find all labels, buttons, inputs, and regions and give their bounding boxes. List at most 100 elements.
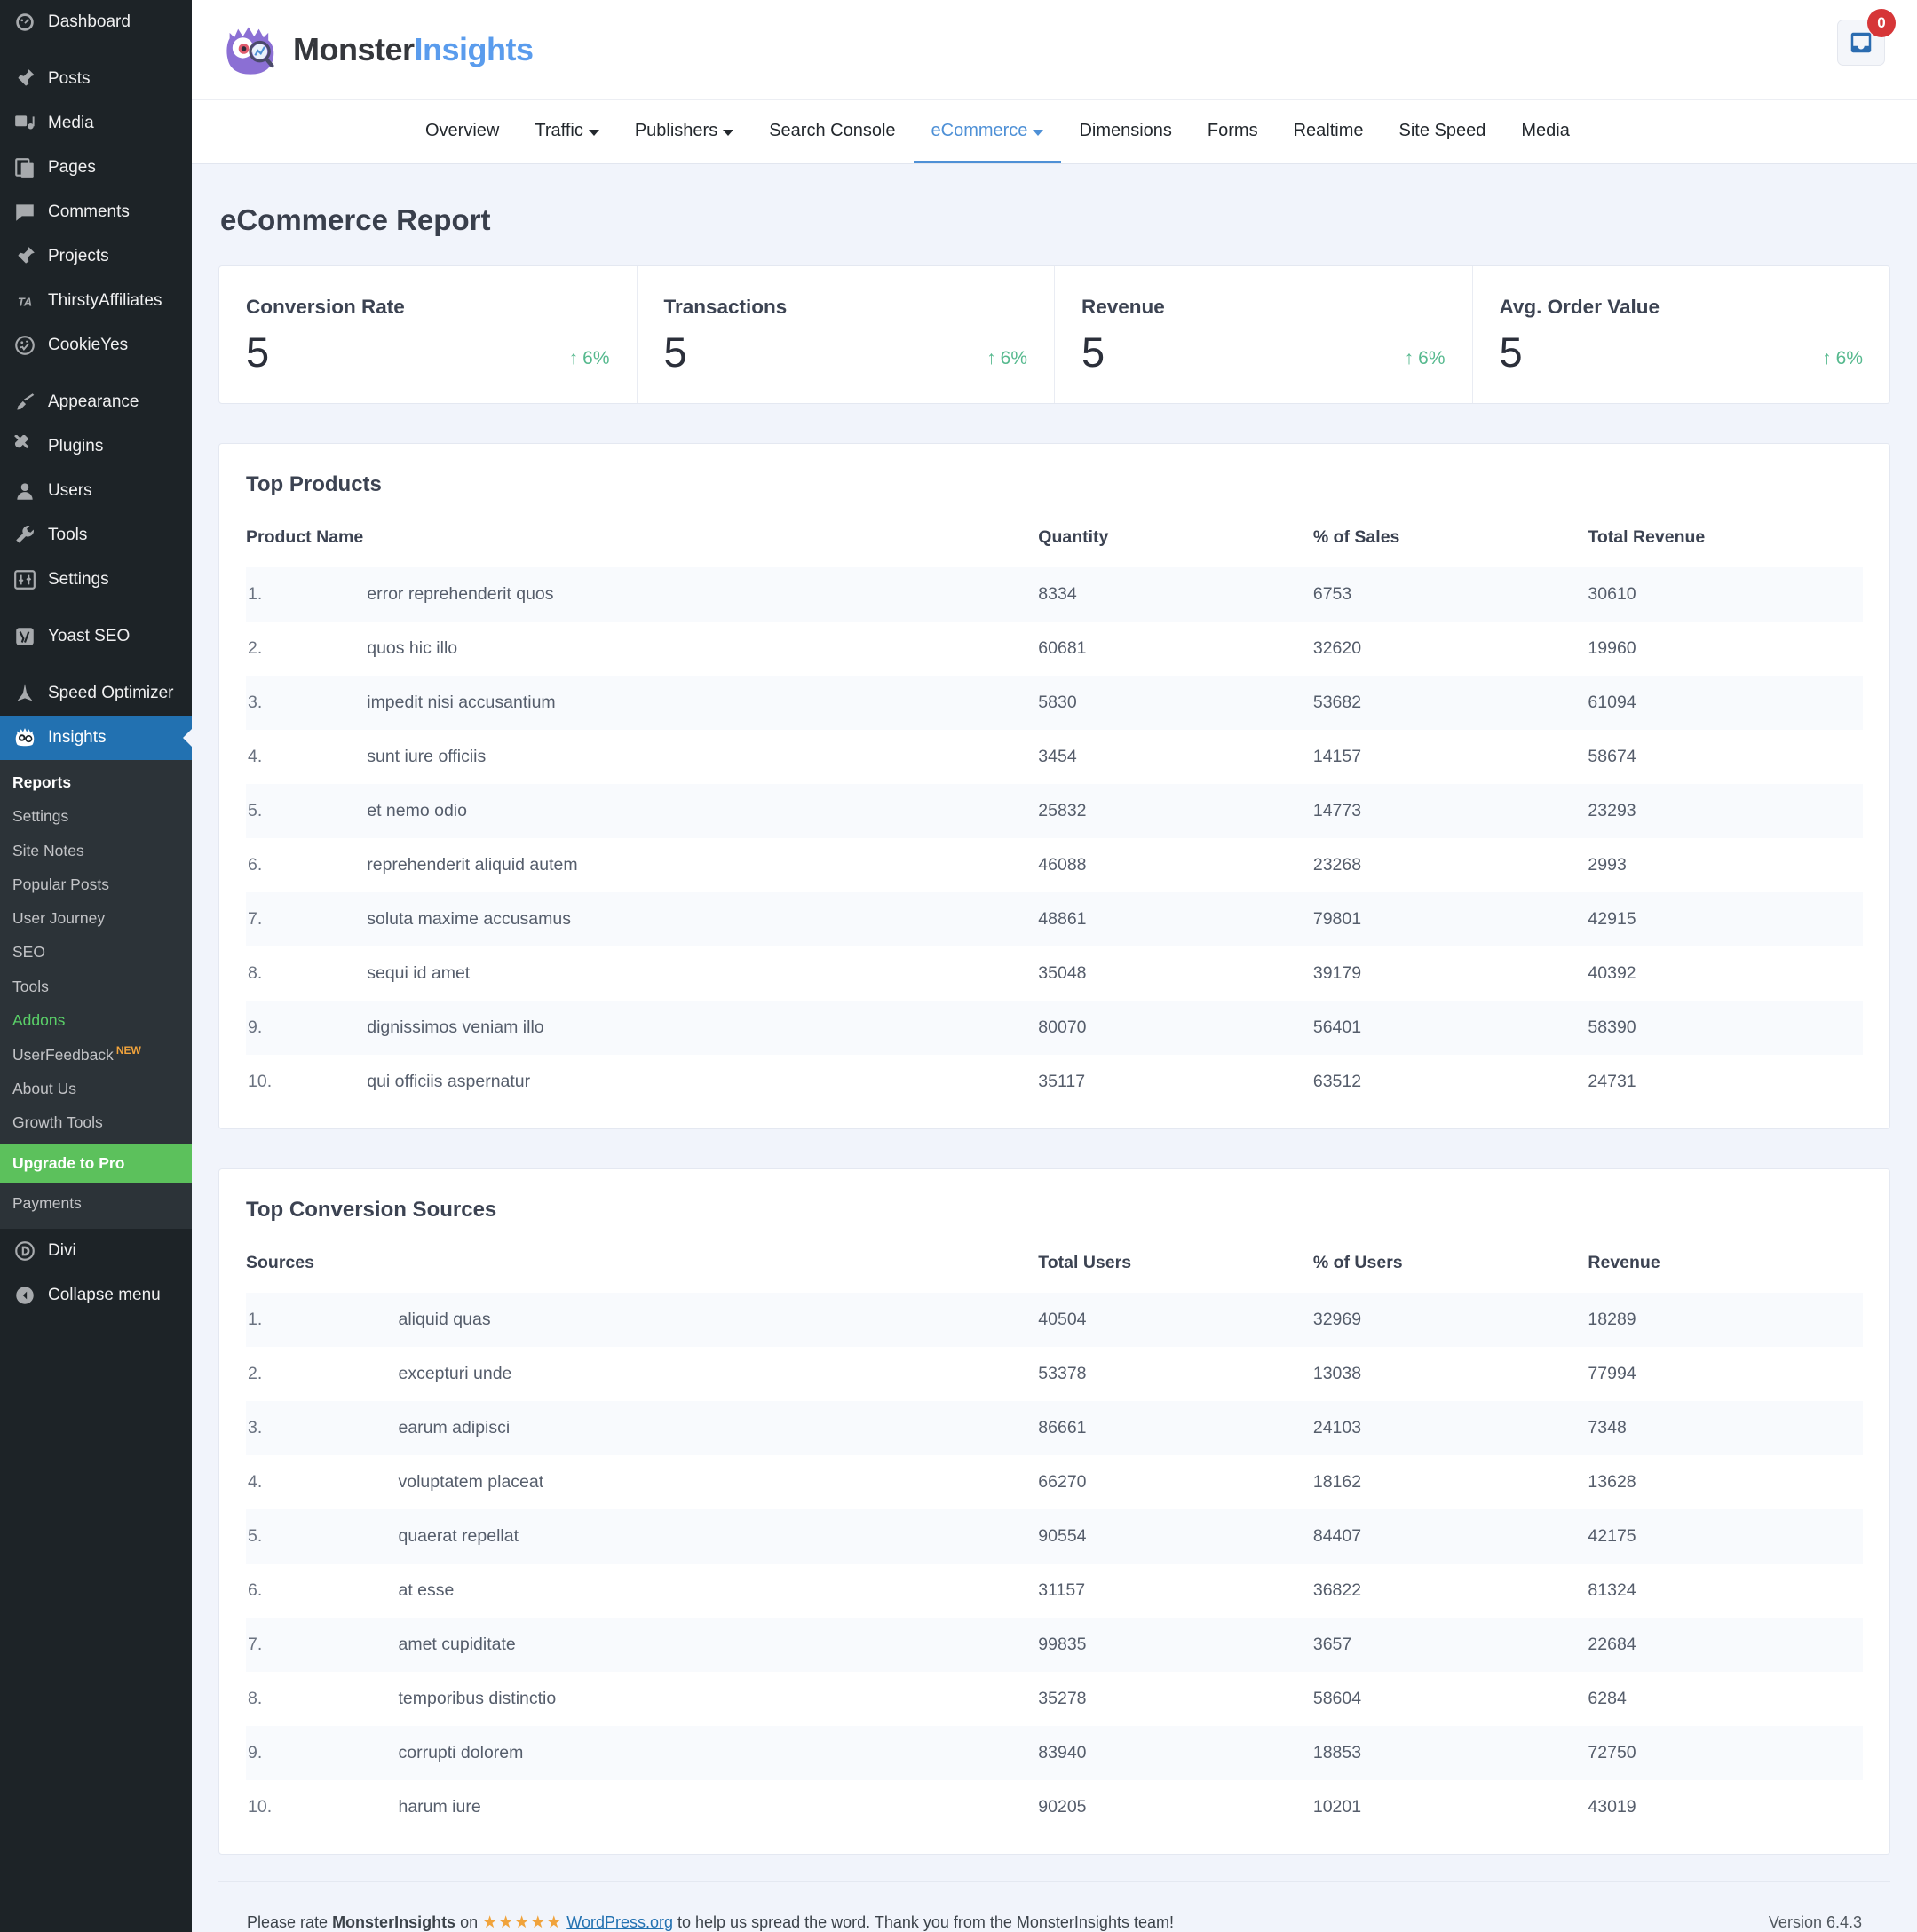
submenu-item-upgrade-to-pro[interactable]: Upgrade to Pro: [0, 1143, 192, 1183]
sidebar-item-media[interactable]: Media: [0, 101, 192, 146]
row-revenue: 72750: [1588, 1743, 1636, 1762]
col-pct-sales: % of Sales: [1312, 527, 1400, 547]
submenu-item-settings[interactable]: Settings: [0, 799, 192, 833]
sidebar-item-users[interactable]: Users: [0, 469, 192, 513]
tab-forms[interactable]: Forms: [1190, 100, 1276, 163]
stat-value: 5: [663, 329, 687, 376]
sidebar-item-label: Comments: [48, 202, 130, 221]
sidebar-item-label: Yoast SEO: [48, 626, 131, 645]
row-name: at esse: [398, 1580, 455, 1600]
tab-ecommerce[interactable]: eCommerce: [913, 100, 1062, 163]
submenu-item-label: Tools: [12, 977, 49, 995]
sidebar-item-dashboard[interactable]: Dashboard: [0, 0, 192, 44]
submenu-item-userfeedback[interactable]: UserFeedback NEW: [0, 1037, 192, 1072]
row-index: 2.: [248, 1364, 263, 1383]
col-revenue: Revenue: [1588, 1253, 1660, 1272]
sidebar-item-posts[interactable]: Posts: [0, 57, 192, 101]
row-quantity: 46088: [1038, 855, 1087, 875]
submenu-item-popular-posts[interactable]: Popular Posts: [0, 867, 192, 901]
row-users: 90205: [1038, 1797, 1087, 1817]
pin-icon: [12, 244, 37, 269]
monsterinsights-header: MonsterInsights 0: [192, 0, 1917, 100]
tab-label: Overview: [425, 120, 500, 140]
submenu-item-payments[interactable]: Payments: [0, 1186, 192, 1220]
row-quantity: 8334: [1038, 584, 1077, 604]
submenu-item-label: UserFeedback: [12, 1045, 114, 1064]
tab-overview[interactable]: Overview: [408, 100, 517, 163]
sidebar-item-divi[interactable]: Divi: [0, 1229, 192, 1273]
notifications-button[interactable]: 0: [1837, 9, 1896, 66]
submenu-item-addons[interactable]: Addons: [0, 1003, 192, 1037]
sidebar-item-projects[interactable]: Projects: [0, 234, 192, 279]
submenu-item-growth-tools[interactable]: Growth Tools: [0, 1105, 192, 1139]
submenu-item-site-notes[interactable]: Site Notes: [0, 834, 192, 867]
row-quantity: 5830: [1038, 693, 1077, 712]
row-index: 9.: [248, 1743, 263, 1762]
row-index: 5.: [248, 1526, 263, 1546]
stat-value-row: 5 ↑ 6%: [1500, 331, 1864, 373]
submenu-item-label: SEO: [12, 943, 45, 962]
tab-label: Realtime: [1293, 120, 1364, 140]
submenu-item-seo[interactable]: SEO: [0, 935, 192, 969]
tab-label: Site Speed: [1398, 120, 1486, 140]
table-row: 3. impedit nisi accusantium 5830 53682 61094: [246, 676, 1863, 730]
wp-admin-sidebar: Dashboard Posts Media Pages Comments Projects…: [0, 0, 192, 1932]
stat-delta: ↑ 6%: [1405, 348, 1446, 373]
wordpress-org-link[interactable]: WordPress.org: [566, 1913, 673, 1931]
row-pct: 18162: [1312, 1472, 1362, 1492]
table-row: 6. at esse 31157 36822 81324: [246, 1564, 1863, 1618]
star-rating-icon[interactable]: ★★★★★: [482, 1913, 562, 1932]
sidebar-item-thirstyaffiliates[interactable]: TA ThirstyAffiliates: [0, 279, 192, 323]
top-products-tbody: 1. error reprehenderit quos 8334 6753 30610 2…: [246, 567, 1863, 1109]
sidebar-item-yoast-seo[interactable]: Yoast SEO: [0, 614, 192, 659]
row-index: 7.: [248, 1635, 263, 1654]
row-users: 31157: [1038, 1580, 1086, 1600]
sidebar-item-settings[interactable]: Settings: [0, 558, 192, 602]
pin-icon: [12, 67, 37, 91]
sidebar-item-appearance[interactable]: Appearance: [0, 380, 192, 424]
sidebar-item-plugins[interactable]: Plugins: [0, 424, 192, 469]
row-index: 2.: [248, 638, 263, 658]
row-pct: 32969: [1312, 1310, 1362, 1329]
tab-site-speed[interactable]: Site Speed: [1382, 100, 1504, 163]
submenu-item-about-us[interactable]: About Us: [0, 1072, 192, 1105]
sidebar-item-insights[interactable]: Insights: [0, 716, 192, 760]
row-pct: 53682: [1312, 693, 1362, 712]
sidebar-bottom-items: Divi Collapse menu: [0, 1229, 192, 1318]
submenu-item-label: Growth Tools: [12, 1113, 103, 1132]
submenu-item-user-journey[interactable]: User Journey: [0, 901, 192, 935]
sidebar-item-cookieyes[interactable]: CookieYes: [0, 323, 192, 368]
tab-search-console[interactable]: Search Console: [751, 100, 913, 163]
tab-dimensions[interactable]: Dimensions: [1061, 100, 1189, 163]
submenu-item-reports[interactable]: Reports: [0, 765, 192, 799]
tab-traffic[interactable]: Traffic: [517, 100, 616, 163]
tab-publishers[interactable]: Publishers: [617, 100, 751, 163]
row-pct: 24103: [1312, 1418, 1362, 1437]
row-pct: 63512: [1312, 1072, 1362, 1091]
sidebar-item-pages[interactable]: Pages: [0, 146, 192, 190]
sidebar-item-comments[interactable]: Comments: [0, 190, 192, 234]
tab-media[interactable]: Media: [1503, 100, 1587, 163]
sidebar-divider: [0, 368, 192, 380]
table-header-row: Product Name Quantity % of Sales Total R…: [246, 527, 1863, 567]
row-pct: 23268: [1312, 855, 1362, 875]
pages-icon: [12, 155, 37, 180]
row-index: 4.: [248, 1472, 263, 1492]
brand-logo: MonsterInsights: [220, 20, 534, 80]
col-total-revenue: Total Revenue: [1588, 527, 1706, 547]
top-sources-thead: Sources Total Users % of Users Revenue: [246, 1253, 1863, 1293]
row-index: 6.: [248, 1580, 263, 1600]
table-row: 4. sunt iure officiis 3454 14157 58674: [246, 730, 1863, 784]
stat-card-conversion-rate: Conversion Rate 5 ↑ 6%: [219, 266, 638, 403]
submenu-item-tools[interactable]: Tools: [0, 970, 192, 1003]
sidebar-item-collapse-menu[interactable]: Collapse menu: [0, 1273, 192, 1318]
arrow-up-icon: ↑: [986, 348, 996, 368]
row-name: voluptatem placeat: [398, 1472, 544, 1492]
version-label: Version 6.4.3: [1768, 1913, 1862, 1931]
sidebar-item-speed-optimizer[interactable]: Speed Optimizer: [0, 671, 192, 716]
sidebar-item-tools[interactable]: Tools: [0, 513, 192, 558]
tab-realtime[interactable]: Realtime: [1276, 100, 1382, 163]
arrow-up-icon: ↑: [1404, 348, 1414, 368]
row-name: quaerat repellat: [398, 1526, 519, 1546]
row-quantity: 25832: [1038, 801, 1087, 820]
